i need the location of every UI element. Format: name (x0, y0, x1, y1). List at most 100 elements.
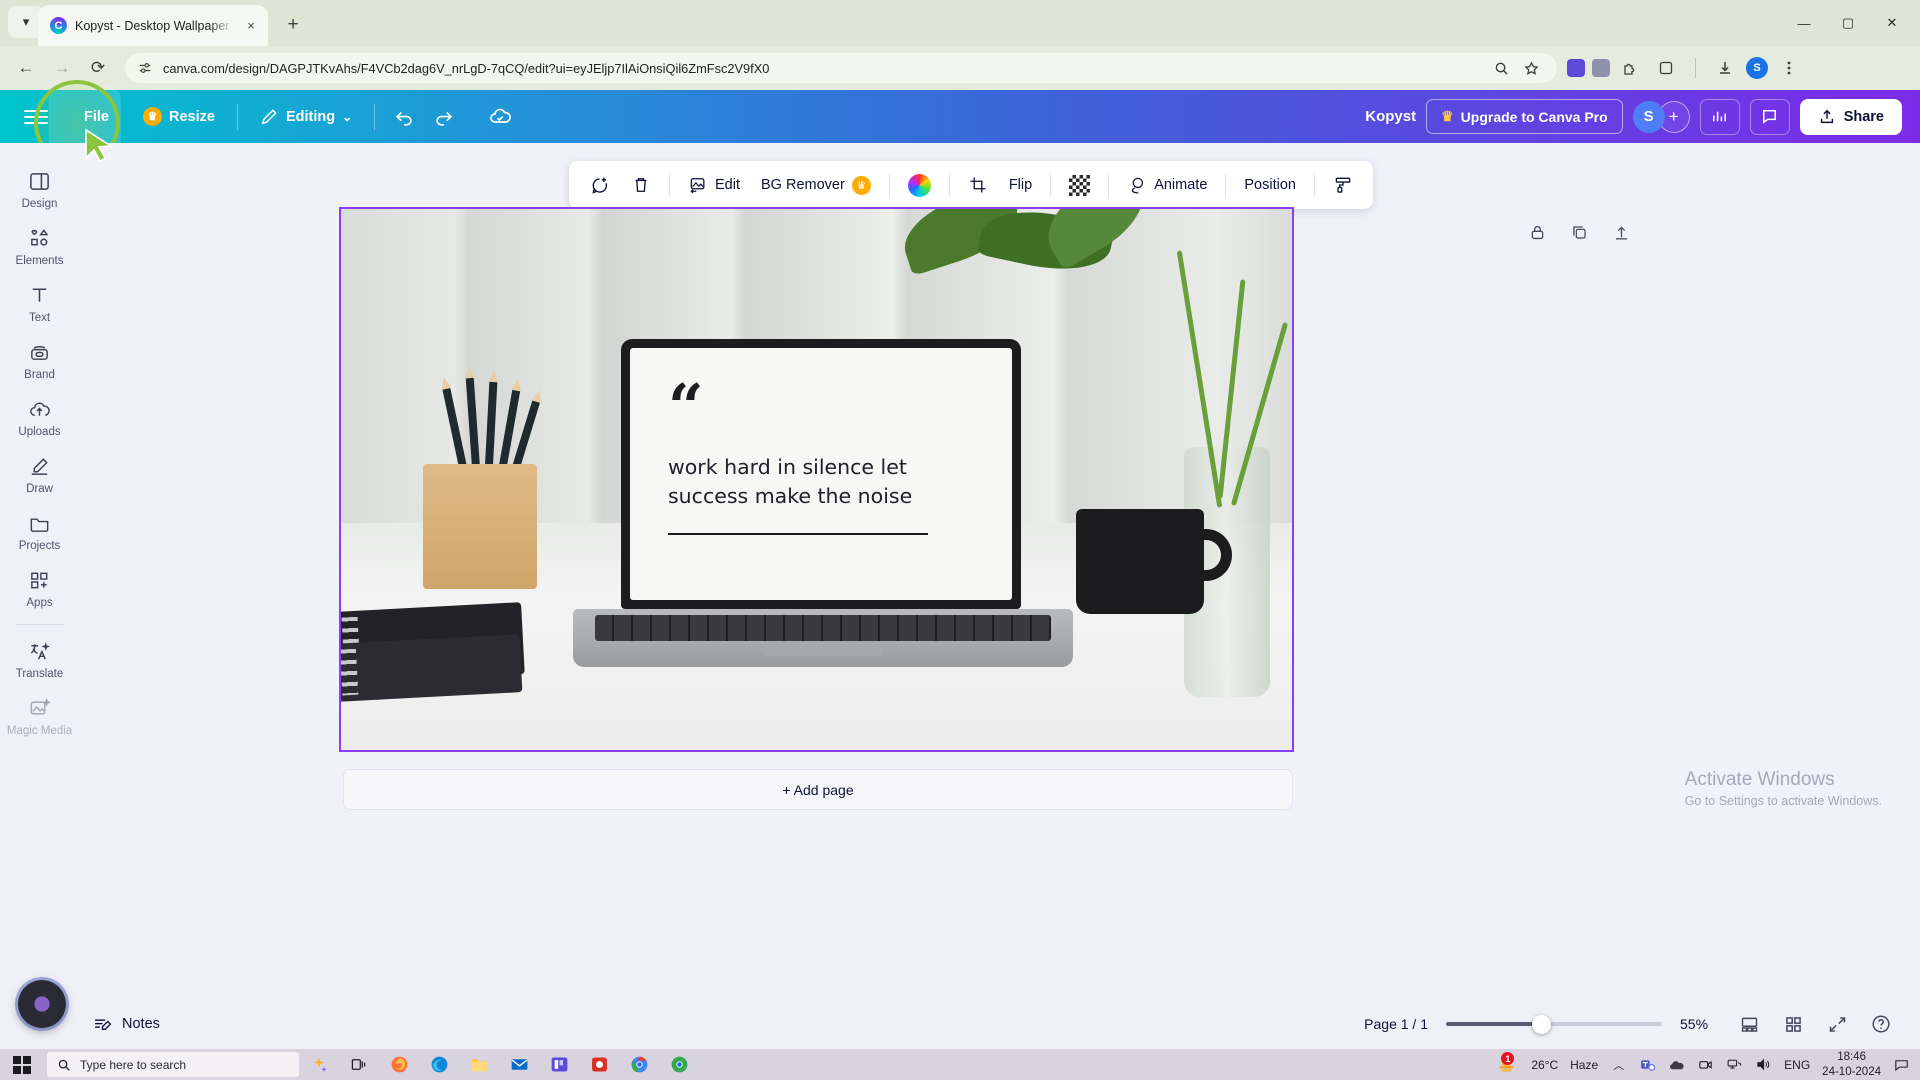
taskbar-app-firefox[interactable] (379, 1049, 419, 1080)
sidebar-item-label: Magic Media (6, 725, 73, 737)
upgrade-to-pro-button[interactable]: ♛ Upgrade to Canva Pro (1426, 99, 1623, 134)
hamburger-icon[interactable] (24, 109, 48, 124)
add-page-button[interactable]: + Add page (343, 769, 1293, 810)
minimize-icon[interactable]: — (1782, 7, 1826, 39)
zoom-controls: Page 1 / 1 55% (1364, 1011, 1920, 1037)
notes-button[interactable]: Notes (92, 1014, 160, 1035)
duplicate-icon[interactable] (1568, 221, 1590, 243)
clock[interactable]: 18:46 24-10-2024 (1822, 1050, 1881, 1079)
sidebar-item-magic-media[interactable]: Magic Media (4, 686, 76, 743)
comments-button[interactable] (1749, 98, 1790, 135)
style-copy-button[interactable] (1324, 167, 1362, 203)
page-view-icon[interactable] (1736, 1011, 1762, 1037)
sidebar-item-draw[interactable]: Draw (4, 444, 76, 501)
zoom-icon[interactable] (1487, 54, 1515, 82)
sidebar-item-label: Brand (24, 369, 55, 381)
screen-recorder-widget[interactable] (18, 980, 66, 1028)
address-bar[interactable]: canva.com/design/DAGPJTKvAhs/F4VCb2dag6V… (125, 53, 1557, 83)
edit-image-button[interactable]: Edit (679, 167, 749, 203)
fullscreen-icon[interactable] (1824, 1011, 1850, 1037)
network-icon[interactable] (1726, 1056, 1743, 1073)
sidebar-item-label: Translate (15, 668, 64, 680)
avatar[interactable]: S (1632, 100, 1665, 133)
taskbar-app-kopyst[interactable] (539, 1049, 579, 1080)
sidebar-item-apps[interactable]: Apps (4, 558, 76, 615)
search-input[interactable]: Type here to search (47, 1052, 299, 1077)
sidebar-item-design[interactable]: Design (4, 159, 76, 216)
file-menu-button[interactable]: File (34, 79, 121, 166)
insights-button[interactable] (1699, 98, 1740, 135)
sidebar-item-elements[interactable]: Elements (4, 216, 76, 273)
taskbar-app-mail[interactable] (499, 1049, 539, 1080)
sidebar-item-text[interactable]: Text (4, 273, 76, 330)
quote-underline (668, 532, 928, 536)
bg-remover-button[interactable]: BG Remover ♛ (752, 167, 880, 203)
site-settings-icon[interactable] (137, 60, 153, 76)
animate-button[interactable]: Animate (1118, 167, 1216, 203)
kebab-menu-icon[interactable] (1775, 54, 1803, 82)
browser-profile-avatar[interactable]: S (1746, 57, 1768, 79)
extension-puzzle-icon[interactable] (1617, 54, 1645, 82)
expand-page-icon[interactable] (1610, 221, 1632, 243)
slider-knob[interactable] (1532, 1014, 1552, 1034)
position-button[interactable]: Position (1235, 167, 1305, 203)
share-button[interactable]: Share (1799, 98, 1902, 135)
sidebar-item-uploads[interactable]: Uploads (4, 387, 76, 444)
weather-widget[interactable]: 1 (1493, 1049, 1519, 1080)
camera-icon[interactable] (1697, 1056, 1714, 1073)
notification-icon[interactable] (1893, 1056, 1910, 1073)
design-canvas[interactable]: “ work hard in silence let success make … (339, 207, 1294, 752)
language-indicator[interactable]: ENG (1784, 1058, 1810, 1072)
help-icon[interactable] (1868, 1011, 1894, 1037)
volume-icon[interactable] (1755, 1056, 1772, 1073)
rail-divider (15, 624, 64, 625)
teams-icon[interactable] (1639, 1056, 1656, 1073)
taskbar-app-chrome[interactable] (619, 1049, 659, 1080)
sidebar-item-label: Apps (26, 597, 53, 609)
taskbar-app-task-view[interactable] (339, 1049, 379, 1080)
window-close-icon[interactable]: ✕ (1870, 7, 1914, 39)
color-button[interactable] (899, 167, 940, 203)
windows-start-icon[interactable] (0, 1049, 44, 1080)
crop-button[interactable] (959, 167, 997, 203)
reload-icon[interactable]: ⟳ (83, 53, 113, 83)
grid-view-icon[interactable] (1780, 1011, 1806, 1037)
undo-button[interactable] (387, 100, 421, 134)
taskbar-app-chrome-alt[interactable] (659, 1049, 699, 1080)
close-icon[interactable]: × (242, 17, 260, 35)
resize-button[interactable]: ♛ Resize (133, 100, 225, 133)
flip-button[interactable]: Flip (1000, 167, 1041, 203)
pen-icon (28, 453, 51, 479)
apps-grid-icon (28, 567, 51, 593)
chevron-up-icon[interactable]: ︿ (1610, 1056, 1627, 1073)
cloud-save-status[interactable] (483, 100, 517, 134)
zoom-slider[interactable] (1446, 1014, 1662, 1034)
new-tab-button[interactable]: + (280, 12, 306, 38)
forward-icon[interactable]: → (47, 53, 77, 83)
add-page-label: + Add page (782, 781, 854, 798)
transparency-button[interactable] (1060, 167, 1099, 203)
star-icon[interactable] (1517, 54, 1545, 82)
sidebar-item-brand[interactable]: Brand (4, 330, 76, 387)
taskbar-app-file-explorer[interactable] (459, 1049, 499, 1080)
extension-3-icon[interactable] (1652, 54, 1680, 82)
onedrive-icon[interactable] (1668, 1056, 1685, 1073)
kopyst-extension-icon[interactable] (1567, 59, 1585, 77)
add-comment-button[interactable] (580, 167, 619, 203)
laptop-screen: “ work hard in silence let success make … (630, 348, 1012, 600)
weather-condition: Haze (1570, 1057, 1599, 1072)
back-icon[interactable]: ← (11, 53, 41, 83)
taskbar-app-store[interactable] (579, 1049, 619, 1080)
delete-button[interactable] (622, 167, 660, 203)
download-icon[interactable] (1711, 54, 1739, 82)
lock-icon[interactable] (1526, 221, 1548, 243)
browser-tab[interactable]: C Kopyst - Desktop Wallpaper - C × (38, 5, 268, 46)
editing-mode-button[interactable]: Editing ⌄ (250, 100, 362, 133)
extension-2-icon[interactable] (1592, 59, 1610, 77)
taskbar-app-edge[interactable] (419, 1049, 459, 1080)
redo-button[interactable] (427, 100, 461, 134)
maximize-icon[interactable]: ▢ (1826, 7, 1870, 39)
sidebar-item-translate[interactable]: Translate (4, 629, 76, 686)
taskbar-app-copilot[interactable] (299, 1049, 339, 1080)
sidebar-item-projects[interactable]: Projects (4, 501, 76, 558)
